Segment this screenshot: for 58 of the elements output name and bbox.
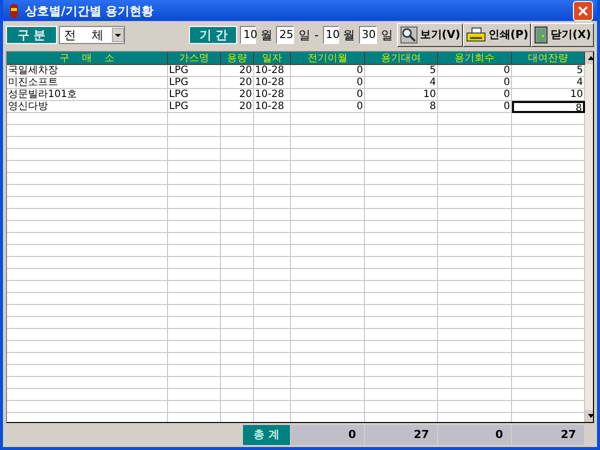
month-field[interactable]: 10 (322, 26, 339, 44)
table-cell: 0 (291, 65, 365, 77)
day-unit: 일 (297, 27, 312, 44)
table-cell: 5 (365, 65, 438, 77)
toolbar-button[interactable]: 닫기(X) (531, 23, 594, 47)
table-cell: 10-28 (254, 65, 291, 77)
day-field[interactable]: 30 (358, 26, 377, 44)
table-cell: 0 (291, 89, 365, 101)
table-cell: 10-28 (254, 77, 291, 89)
app-icon (7, 2, 21, 18)
printer-icon (466, 27, 486, 43)
table-cell: 0 (291, 77, 365, 89)
month-unit: 월 (342, 27, 356, 44)
table-cell: 10-28 (254, 89, 291, 101)
range-separator: - (314, 27, 319, 44)
table-cell: 0 (438, 65, 512, 77)
month-field[interactable]: 10 (240, 26, 256, 44)
column-header: 용량 (221, 52, 254, 65)
table-cell: 0 (438, 77, 512, 89)
toolbar-button[interactable]: 인쇄(P) (463, 23, 532, 47)
table-cell: 성문빌라101호 (7, 89, 168, 101)
period-label: 기 간 (189, 26, 238, 44)
table-cell: 10 (365, 89, 438, 101)
total-value: 27 (512, 425, 584, 445)
column-header: 일자 (254, 52, 291, 65)
total-value: 0 (438, 425, 511, 445)
door-icon (534, 26, 548, 44)
table-cell: LPG (168, 89, 221, 101)
column-header: 구 매 소 (7, 52, 168, 65)
column-header: 대여잔량 (512, 52, 585, 65)
magnifier-icon (400, 26, 418, 44)
table-cell: 0 (438, 89, 512, 101)
column-header: 전기이월 (291, 52, 365, 65)
table-cell: 8 (512, 101, 585, 113)
table-cell: LPG (168, 77, 221, 89)
table-cell: 국일세차장 (7, 65, 168, 77)
filter-label: 구 분 (6, 26, 57, 44)
day-unit: 일 (380, 27, 394, 44)
dropdown-arrow-icon (112, 28, 124, 42)
close-button[interactable] (573, 0, 593, 20)
table-cell: LPG (168, 65, 221, 77)
column-header: 가스명 (168, 52, 221, 65)
table-cell: 미진소프트 (7, 77, 168, 89)
close-icon (578, 6, 588, 16)
table-cell: 20 (221, 89, 254, 101)
filter-dropdown[interactable]: 전 체 (59, 26, 125, 44)
total-value: 27 (365, 425, 437, 445)
month-unit: 월 (259, 27, 274, 44)
toolbar-button[interactable]: 보기(V) (396, 23, 464, 47)
table-cell: 20 (221, 77, 254, 89)
window-title: 상호별/기간별 용기현황 (25, 2, 155, 20)
day-field[interactable]: 25 (276, 26, 294, 44)
total-value: 0 (291, 425, 364, 445)
table-cell: 20 (221, 65, 254, 77)
table-cell: 4 (365, 77, 438, 89)
column-header: 용기회수 (438, 52, 512, 65)
column-header: 용기대여 (365, 52, 438, 65)
total-label: 총 계 (243, 425, 290, 445)
